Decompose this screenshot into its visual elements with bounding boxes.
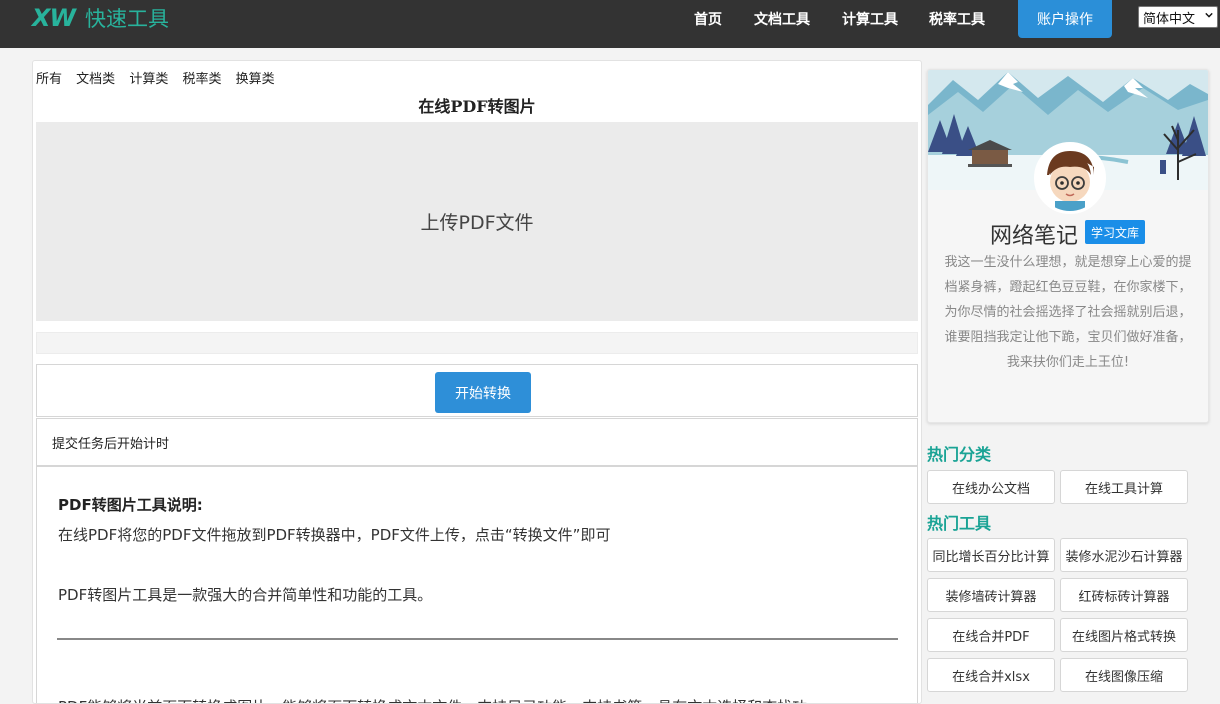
category-doc[interactable]: 文档类 [76,72,115,87]
nav-tax-tools[interactable]: 税率工具 [929,9,985,29]
hot-tools-title: 热门工具 [927,514,992,533]
profile-name: 网络笔记 [990,224,1079,249]
category-convert[interactable]: 换算类 [236,72,275,87]
hot-category-item[interactable]: 在线办公文档 [927,470,1055,504]
hot-tool-item[interactable]: 在线合并xlsx [927,658,1055,692]
progress-bar [36,332,918,354]
logo-text: 快速工具 [84,7,169,31]
start-convert-button[interactable]: 开始转换 [435,372,531,413]
description-text: PDF转图片工具是一款强大的合并简单性和功能的工具。 [58,586,433,604]
language-value: 简体中文 [1143,11,1196,27]
category-filter: 所有 文档类 计算类 税率类 换算类 [36,68,285,87]
upload-dropzone[interactable]: 上传PDF文件 [36,122,918,321]
hot-categories-title: 热门分类 [927,445,992,464]
hot-tool-item[interactable]: 在线图片格式转换 [1060,618,1188,652]
description-panel: PDF转图片工具说明: 在线PDF将您的PDF文件拖放到PDF转换器中，PDF文… [36,466,918,703]
divider [57,638,898,640]
avatar[interactable] [1034,142,1106,214]
nav-doc-tools[interactable]: 文档工具 [754,9,810,29]
logo-mark: XW [32,4,76,32]
hot-tool-item[interactable]: 在线合并PDF [927,618,1055,652]
site-logo[interactable]: XW 快速工具 [32,4,169,32]
description-text: PDF能够将当前页面转换成图片，能够将页面转换成文本文件，支持目录功能，支持书签… [58,696,807,703]
hot-tool-item[interactable]: 在线图像压缩 [1060,658,1188,692]
hot-tool-item[interactable]: 红砖标砖计算器 [1060,578,1188,612]
category-calc[interactable]: 计算类 [129,72,168,87]
nav-home[interactable]: 首页 [694,9,722,29]
category-tax[interactable]: 税率类 [182,72,221,87]
profile-bio: 我这一生没什么理想，就是想穿上心爱的提档紧身裤，蹬起红色豆豆鞋，在你家楼下，为你… [944,255,1192,370]
description-heading: PDF转图片工具说明: [58,496,203,514]
status-text: 提交任务后开始计时 [52,437,170,452]
hot-category-item[interactable]: 在线工具计算 [1060,470,1188,504]
avatar-image [1037,145,1103,211]
status-area: 提交任务后开始计时 [36,418,918,466]
category-all[interactable]: 所有 [36,72,62,87]
account-button[interactable]: 账户操作 [1018,0,1112,38]
hot-tool-item[interactable]: 同比增长百分比计算 [927,538,1055,572]
profile-badge[interactable]: 学习文库 [1085,220,1145,244]
profile-card: 网络笔记 学习文库 我这一生没什么理想，就是想穿上心爱的提档紧身裤，蹬起红色豆豆… [927,69,1209,423]
tool-panel: 所有 文档类 计算类 税率类 换算类 在线PDF转图片 上传PDF文件 开始转换… [32,60,922,704]
description-text: 在线PDF将您的PDF文件拖放到PDF转换器中，PDF文件上传，点击“转换文件”… [58,526,611,544]
language-select[interactable]: 简体中文 [1138,6,1218,28]
hot-tool-item[interactable]: 装修墙砖计算器 [927,578,1055,612]
chevron-down-icon [1205,12,1213,18]
upload-label: 上传PDF文件 [420,212,534,234]
nav-calc-tools[interactable]: 计算工具 [842,9,898,29]
hot-tool-item[interactable]: 装修水泥沙石计算器 [1060,538,1188,572]
page-title: 在线PDF转图片 [418,97,536,116]
action-area: 开始转换 [36,364,918,417]
top-navbar: XW 快速工具 首页 文档工具 计算工具 税率工具 账户操作 简体中文 [0,0,1220,48]
